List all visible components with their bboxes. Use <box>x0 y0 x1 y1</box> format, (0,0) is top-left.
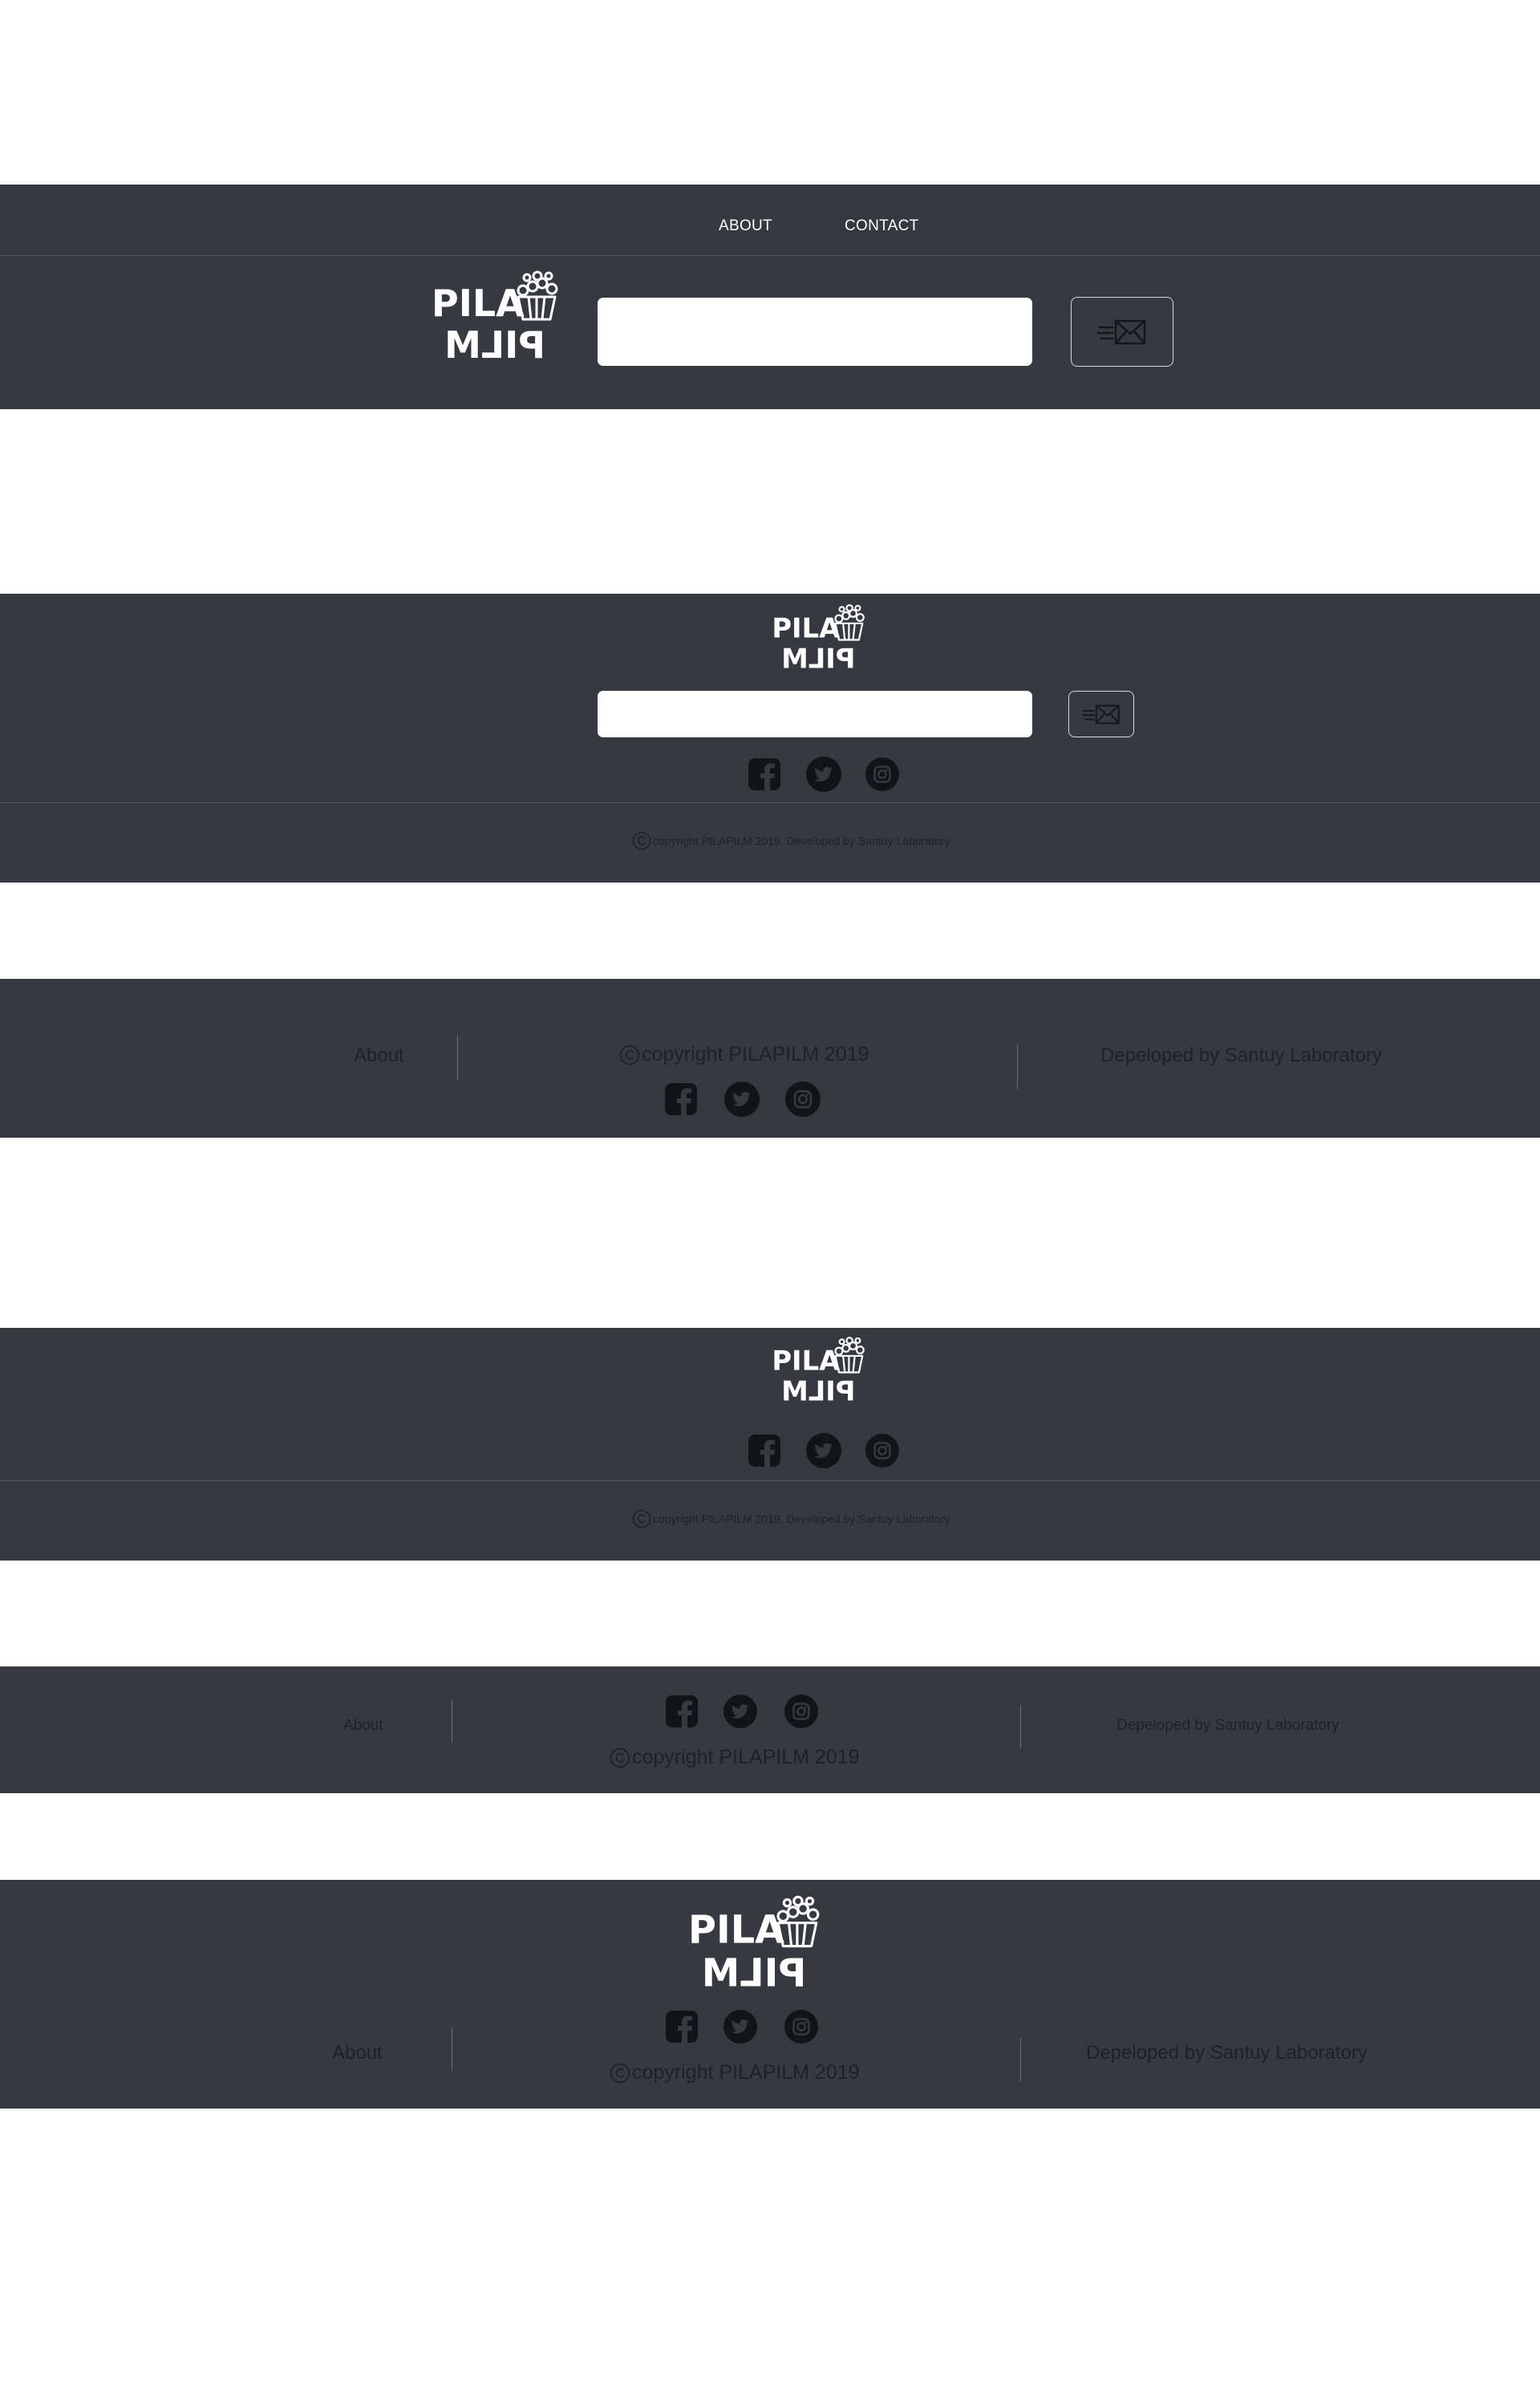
twitter-icon[interactable] <box>806 757 841 792</box>
copyright-label: copyright PILAPILM 2019 <box>642 1043 869 1065</box>
instagram-icon[interactable] <box>785 1082 821 1117</box>
pilapilm-logo[interactable] <box>772 1336 866 1406</box>
copyright-icon <box>632 1509 651 1528</box>
copyright-label: copyright PILAPILM 2019 <box>632 2061 860 2084</box>
send-mail-icon <box>1096 316 1148 348</box>
copyright-text: copyright PILAPILM 2019 <box>610 1746 860 1769</box>
facebook-icon[interactable] <box>666 2011 698 2043</box>
copyright-icon <box>619 1045 640 1065</box>
twitter-icon[interactable] <box>724 1082 760 1117</box>
footer-divider <box>1020 2038 1021 2081</box>
instagram-icon[interactable] <box>865 1434 899 1467</box>
copyright-text: copyright PILAPILM 2019. Developed by Sa… <box>632 1509 950 1528</box>
footer-about-link[interactable]: About <box>354 1045 404 1067</box>
facebook-icon[interactable] <box>748 1435 780 1467</box>
footer-about-link[interactable]: About <box>332 2042 383 2064</box>
header-divider <box>0 255 1540 256</box>
copyright-icon <box>632 831 651 850</box>
twitter-icon[interactable] <box>806 1433 841 1468</box>
pilapilm-logo[interactable] <box>772 603 866 674</box>
send-mail-icon <box>1081 702 1121 727</box>
developer-credit: Depeloped by Santuy Laboratory <box>1100 1045 1382 1066</box>
facebook-icon[interactable] <box>665 1083 697 1115</box>
copyright-text: copyright PILAPILM 2019. Developed by Sa… <box>632 831 950 850</box>
send-button[interactable] <box>1071 297 1173 367</box>
footer-divider <box>0 1480 1540 1481</box>
facebook-icon[interactable] <box>666 1695 698 1727</box>
copyright-text: copyright PILAPILM 2019 <box>610 2061 860 2084</box>
copyright-icon <box>610 2063 630 2084</box>
facebook-icon[interactable] <box>748 758 780 790</box>
instagram-icon[interactable] <box>784 2010 818 2044</box>
copyright-label: copyright PILAPILM 2019. Developed by Sa… <box>653 1512 950 1525</box>
social-icons <box>666 1695 818 1728</box>
copyright-text: copyright PILAPILM 2019 <box>619 1043 869 1066</box>
twitter-icon[interactable] <box>723 1695 757 1728</box>
copyright-label: copyright PILAPILM 2019 <box>632 1746 860 1768</box>
footer-divider <box>1017 1045 1018 1090</box>
developer-credit: Depeloped by Santuy Laboratory <box>1116 1717 1339 1734</box>
copyright-icon <box>610 1747 630 1768</box>
footer-divider <box>457 1035 458 1080</box>
pilapilm-logo[interactable] <box>432 270 560 366</box>
instagram-icon[interactable] <box>865 757 899 791</box>
copyright-label: copyright PILAPILM 2019. Developed by Sa… <box>653 834 950 847</box>
social-icons <box>748 1433 899 1468</box>
newsletter-email-input[interactable] <box>598 691 1032 737</box>
social-icons <box>665 1082 821 1117</box>
social-icons <box>666 2010 818 2044</box>
nav-about-link[interactable]: ABOUT <box>719 217 772 235</box>
developer-credit: Depeloped by Santuy Laboratory <box>1086 2042 1368 2064</box>
send-button[interactable] <box>1068 691 1134 737</box>
footer-about-link[interactable]: About <box>343 1717 383 1735</box>
twitter-icon[interactable] <box>723 2010 757 2044</box>
newsletter-email-input[interactable] <box>598 298 1032 366</box>
instagram-icon[interactable] <box>784 1695 818 1728</box>
footer-divider <box>0 802 1540 803</box>
pilapilm-logo[interactable] <box>688 1894 821 1995</box>
nav-contact-link[interactable]: CONTACT <box>845 217 919 235</box>
footer-divider <box>1020 1705 1021 1748</box>
social-icons <box>748 757 899 792</box>
